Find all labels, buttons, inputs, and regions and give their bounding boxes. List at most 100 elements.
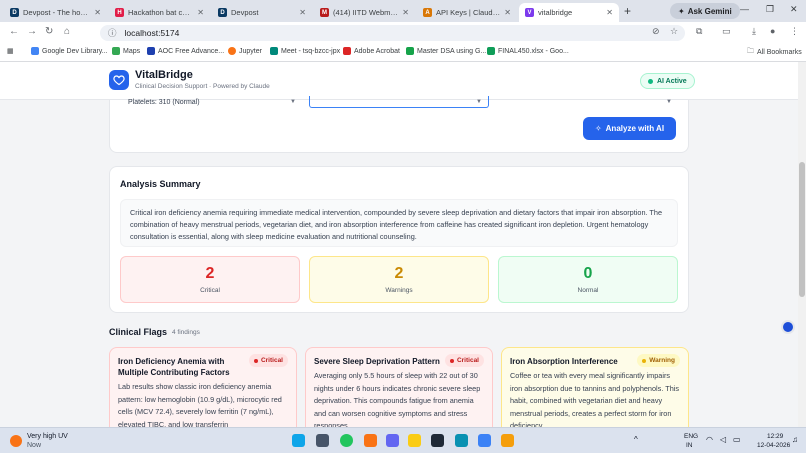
- bookmark-item[interactable]: Maps: [112, 47, 140, 55]
- volume-icon[interactable]: ◁: [720, 435, 726, 444]
- close-tab-icon[interactable]: ✕: [606, 8, 613, 17]
- bookmark-item[interactable]: Adobe Acrobat: [343, 47, 400, 55]
- cast-icon[interactable]: ▭: [722, 26, 731, 37]
- site-info-icon[interactable]: ⓘ: [108, 27, 117, 39]
- critical-count: 2: [205, 265, 215, 282]
- bookmark-item[interactable]: Meet - tsq-bzcc-jpx: [270, 47, 340, 55]
- no-tracking-icon[interactable]: ⊘: [652, 26, 660, 37]
- home-icon[interactable]: ⌂: [64, 26, 70, 37]
- folder-icon: 🗀: [747, 48, 754, 55]
- flag-card[interactable]: Iron Absorption Interference Warning Cof…: [501, 347, 689, 427]
- analyze-with-ai-button[interactable]: ✧ Analyze with AI: [583, 117, 676, 140]
- scrollbar-thumb[interactable]: [799, 162, 805, 297]
- notepad-icon[interactable]: [455, 434, 468, 447]
- close-tab-icon[interactable]: ✕: [94, 8, 101, 17]
- tray-chevron-up-icon[interactable]: ^: [634, 435, 638, 444]
- teams-icon[interactable]: [386, 434, 399, 447]
- address-bar[interactable]: ⓘ localhost:5174: [100, 25, 685, 41]
- battery-icon[interactable]: ▭: [733, 435, 741, 444]
- vlc-icon[interactable]: [501, 434, 514, 447]
- language-region[interactable]: IN: [686, 442, 693, 449]
- lab-value-select[interactable]: Platelets: 310 (Normal) ▼: [122, 96, 302, 108]
- minimize-icon[interactable]: —: [740, 4, 749, 14]
- flag-body: Lab results show classic iron deficiency…: [118, 382, 282, 427]
- clock-date[interactable]: 12-04-2026: [757, 442, 790, 449]
- browser-tab[interactable]: D Devpost - The home fo ✕: [4, 3, 107, 22]
- gfg-icon: [406, 47, 414, 55]
- chevron-down-icon: ▼: [666, 99, 672, 105]
- browser-tab[interactable]: M (414) IITD Webmail :: In ✕: [314, 3, 415, 22]
- normal-count: 0: [583, 265, 593, 282]
- bookmark-item[interactable]: Google Dev Library...: [31, 47, 108, 55]
- download-icon[interactable]: ⤓: [752, 26, 756, 37]
- apps-grid-icon[interactable]: ▦: [7, 47, 14, 55]
- tab-label: Devpost - The home fo: [23, 8, 91, 17]
- close-tab-icon[interactable]: ✕: [299, 8, 306, 17]
- bookmarks-bar: ▦ Google Dev Library... Maps AOC Free Ad…: [0, 44, 806, 62]
- bookmark-label: Adobe Acrobat: [354, 47, 400, 55]
- tab-label: vitalbridge: [538, 8, 573, 17]
- focused-select[interactable]: ▼: [309, 96, 489, 108]
- language-code[interactable]: ENG: [684, 433, 698, 440]
- browser-tab[interactable]: D Devpost ✕: [212, 3, 312, 22]
- browser-tab[interactable]: H Hackathon bat challeng ✕: [109, 3, 210, 22]
- bookmark-label: FINAL450.xlsx - Goo...: [498, 47, 569, 55]
- extensions-icon[interactable]: ⧉: [696, 26, 702, 37]
- bookmark-label: Google Dev Library...: [42, 47, 108, 55]
- back-icon[interactable]: ←: [9, 26, 19, 37]
- app-subtitle: Clinical Decision Support · Powered by C…: [135, 83, 270, 90]
- notification-bell-icon[interactable]: ♫: [792, 435, 798, 444]
- google-icon: [31, 47, 39, 55]
- devpost-favicon-icon: D: [10, 8, 19, 17]
- ask-gemini-button[interactable]: ✦ Ask Gemini: [670, 3, 740, 19]
- acrobat-icon: [343, 47, 351, 55]
- windows-start-icon[interactable]: [292, 434, 305, 447]
- reload-icon[interactable]: ↻: [45, 26, 53, 37]
- bookmark-item[interactable]: AOC Free Advance...: [147, 47, 224, 55]
- task-view-icon[interactable]: [316, 434, 329, 447]
- wifi-icon[interactable]: ◠: [706, 435, 713, 444]
- clock-time[interactable]: 12:29: [767, 433, 783, 440]
- severity-badge: Warning: [637, 354, 680, 367]
- flag-card[interactable]: Iron Deficiency Anemia with Multiple Con…: [109, 347, 297, 427]
- summary-title: Analysis Summary: [120, 179, 201, 189]
- chrome-icon[interactable]: [340, 434, 353, 447]
- brave-icon[interactable]: [364, 434, 377, 447]
- close-tab-icon[interactable]: ✕: [402, 8, 409, 17]
- media-player-icon[interactable]: [478, 434, 491, 447]
- bookmark-item[interactable]: FINAL450.xlsx - Goo...: [487, 47, 569, 55]
- all-bookmarks-button[interactable]: 🗀 All Bookmarks: [747, 47, 802, 58]
- new-tab-button[interactable]: +: [624, 4, 631, 18]
- app-name: VitalBridge: [135, 69, 193, 81]
- stat-warnings: 2 Warnings: [309, 256, 489, 303]
- forward-icon[interactable]: →: [27, 26, 37, 37]
- close-tab-icon[interactable]: ✕: [504, 8, 511, 17]
- lab-value-select[interactable]: ▼: [498, 96, 678, 108]
- hackathon-favicon-icon: H: [115, 8, 124, 17]
- flag-title: Iron Absorption Interference: [510, 357, 618, 366]
- bookmark-item[interactable]: Master DSA using G...: [406, 47, 486, 55]
- flag-body: Coffee or tea with every meal significan…: [510, 371, 680, 427]
- close-window-icon[interactable]: ✕: [790, 4, 798, 15]
- devpost-favicon-icon: D: [218, 8, 227, 17]
- terminal-icon[interactable]: [431, 434, 444, 447]
- tab-label: Devpost: [231, 8, 259, 17]
- file-explorer-icon[interactable]: [408, 434, 421, 447]
- heart-logo-icon: [109, 70, 129, 90]
- profile-avatar-icon[interactable]: ●: [770, 26, 775, 36]
- sun-weather-icon[interactable]: [10, 435, 22, 447]
- ai-status-badge: AI Active: [640, 73, 695, 89]
- page-scrollbar[interactable]: [798, 62, 806, 427]
- browser-toolbar: ← → ↻ ⌂ ⓘ localhost:5174 ⊘ ☆ ⧉ ▭ ⤓ ● ⋮: [0, 22, 806, 44]
- flag-card[interactable]: Severe Sleep Deprivation Pattern Critica…: [305, 347, 493, 427]
- browser-tab[interactable]: A API Keys | Claude Platf ✕: [417, 3, 517, 22]
- jupyter-icon: [228, 47, 236, 55]
- tab-label: (414) IITD Webmail :: In: [333, 8, 398, 17]
- close-tab-icon[interactable]: ✕: [197, 8, 204, 17]
- restore-icon[interactable]: ❐: [766, 4, 774, 15]
- menu-kebab-icon[interactable]: ⋮: [790, 26, 799, 37]
- assistant-avatar-icon[interactable]: [781, 320, 795, 334]
- bookmark-item[interactable]: Jupyter: [228, 47, 262, 55]
- browser-tab-active[interactable]: V vitalbridge ✕: [519, 3, 619, 22]
- bookmark-star-icon[interactable]: ☆: [670, 26, 678, 37]
